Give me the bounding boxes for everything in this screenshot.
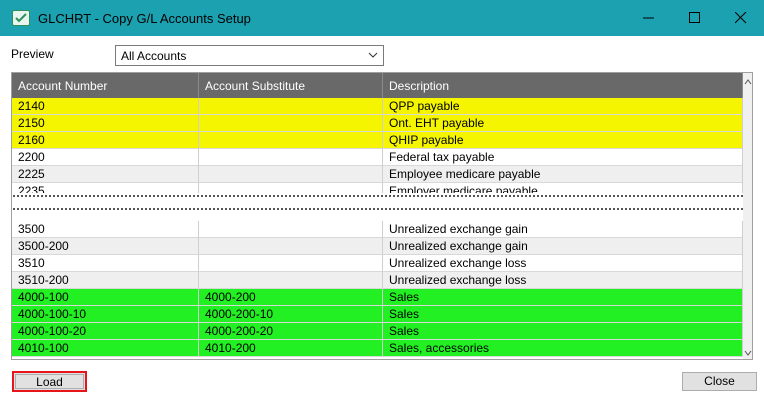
vertical-scrollbar[interactable] xyxy=(743,73,752,359)
maximize-button[interactable] xyxy=(672,0,718,36)
account-substitute-cell[interactable]: 4000-200-20 xyxy=(199,323,383,340)
description-cell[interactable]: Unrealized exchange loss xyxy=(383,255,743,272)
table-row[interactable]: 3500 Unrealized exchange gain xyxy=(12,221,743,238)
account-number-cell[interactable]: 3500-200 xyxy=(12,238,199,255)
load-button[interactable]: Load xyxy=(12,371,87,392)
preview-selected-value: All Accounts xyxy=(121,49,187,63)
close-button[interactable]: Close xyxy=(682,372,757,391)
close-icon xyxy=(735,12,747,24)
break-line-bottom xyxy=(12,208,752,210)
account-substitute-cell[interactable] xyxy=(199,132,383,149)
window-title: GLCHRT - Copy G/L Accounts Setup xyxy=(38,11,251,26)
account-number-cell[interactable]: 3510 xyxy=(12,255,199,272)
account-substitute-cell[interactable] xyxy=(199,221,383,238)
account-number-cell[interactable]: 2150 xyxy=(12,115,199,132)
account-number-cell[interactable]: 4000-100 xyxy=(12,289,199,306)
description-cell[interactable]: Unrealized exchange gain xyxy=(383,221,743,238)
column-header-account-substitute[interactable]: Account Substitute xyxy=(199,73,383,98)
account-substitute-cell[interactable] xyxy=(199,149,383,166)
table-row[interactable]: 4000-100-20 4000-200-20 Sales xyxy=(12,323,743,340)
account-substitute-cell[interactable] xyxy=(199,255,383,272)
account-number-cell[interactable]: 3500 xyxy=(12,221,199,238)
account-number-cell[interactable]: 4010-100 xyxy=(12,340,199,357)
description-cell[interactable]: Ont. EHT payable xyxy=(383,115,743,132)
account-substitute-cell[interactable] xyxy=(199,272,383,289)
table-row[interactable]: 3500-200 Unrealized exchange gain xyxy=(12,238,743,255)
table-row[interactable]: 4010-100 4010-200 Sales, accessories xyxy=(12,340,743,357)
minimize-button[interactable] xyxy=(626,0,672,36)
preview-label: Preview xyxy=(11,47,54,61)
column-header-description[interactable]: Description xyxy=(383,73,743,98)
table-row[interactable]: 3510 Unrealized exchange loss xyxy=(12,255,743,272)
table-row[interactable]: 3510-200 Unrealized exchange loss xyxy=(12,272,743,289)
table-row[interactable]: 2200 Federal tax payable xyxy=(12,149,743,166)
close-window-button[interactable] xyxy=(718,0,764,36)
table-row[interactable]: 2150 Ont. EHT payable xyxy=(12,115,743,132)
description-cell[interactable]: QHIP payable xyxy=(383,132,743,149)
table-row[interactable]: 4000-100-10 4000-200-10 Sales xyxy=(12,306,743,323)
description-cell[interactable]: Employee medicare payable xyxy=(383,166,743,183)
table-row[interactable]: 2140 QPP payable xyxy=(12,98,743,115)
account-number-cell[interactable]: 2140 xyxy=(12,98,199,115)
account-number-cell[interactable]: 2225 xyxy=(12,166,199,183)
title-bar: GLCHRT - Copy G/L Accounts Setup xyxy=(0,0,764,36)
preview-dropdown[interactable]: All Accounts xyxy=(115,45,384,66)
accounts-grid[interactable]: Account Number Account Substitute Descri… xyxy=(11,72,753,360)
account-substitute-cell[interactable] xyxy=(199,238,383,255)
account-substitute-cell[interactable] xyxy=(199,98,383,115)
account-number-cell[interactable]: 4000-100-20 xyxy=(12,323,199,340)
account-substitute-cell[interactable]: 4000-200-10 xyxy=(199,306,383,323)
description-cell[interactable]: Sales xyxy=(383,323,743,340)
account-number-cell[interactable]: 2200 xyxy=(12,149,199,166)
scroll-down-icon[interactable] xyxy=(744,350,752,356)
break-line-top xyxy=(12,195,752,197)
account-number-cell[interactable]: 4000-100-10 xyxy=(12,306,199,323)
description-cell[interactable]: Sales xyxy=(383,306,743,323)
account-substitute-cell[interactable]: 4000-200 xyxy=(199,289,383,306)
top-rows: 2140 QPP payable 2150 Ont. EHT payable 2160 Q… xyxy=(12,98,743,200)
account-substitute-cell[interactable] xyxy=(199,166,383,183)
description-cell[interactable]: Sales, accessories xyxy=(383,340,743,357)
chevron-down-icon xyxy=(368,52,378,58)
table-row[interactable]: 2225 Employee medicare payable xyxy=(12,166,743,183)
account-substitute-cell[interactable]: 4010-200 xyxy=(199,340,383,357)
bottom-rows: 3500 Unrealized exchange gain 3500-200 Unre… xyxy=(12,221,743,357)
column-header-account-number[interactable]: Account Number xyxy=(12,73,199,98)
description-cell[interactable]: Sales xyxy=(383,289,743,306)
description-cell[interactable]: QPP payable xyxy=(383,98,743,115)
app-icon xyxy=(12,10,30,26)
scroll-up-icon[interactable] xyxy=(744,79,752,85)
description-cell[interactable]: Federal tax payable xyxy=(383,149,743,166)
table-row[interactable]: 4000-100 4000-200 Sales xyxy=(12,289,743,306)
omitted-rows-break xyxy=(12,193,752,211)
description-cell[interactable]: Unrealized exchange loss xyxy=(383,272,743,289)
account-number-cell[interactable]: 2160 xyxy=(12,132,199,149)
grid-header: Account Number Account Substitute Descri… xyxy=(12,73,743,98)
table-row[interactable]: 2160 QHIP payable xyxy=(12,132,743,149)
minimize-icon xyxy=(643,17,654,19)
maximize-icon xyxy=(689,12,700,23)
load-button-label: Load xyxy=(15,374,84,389)
account-substitute-cell[interactable] xyxy=(199,115,383,132)
description-cell[interactable]: Unrealized exchange gain xyxy=(383,238,743,255)
account-number-cell[interactable]: 3510-200 xyxy=(12,272,199,289)
